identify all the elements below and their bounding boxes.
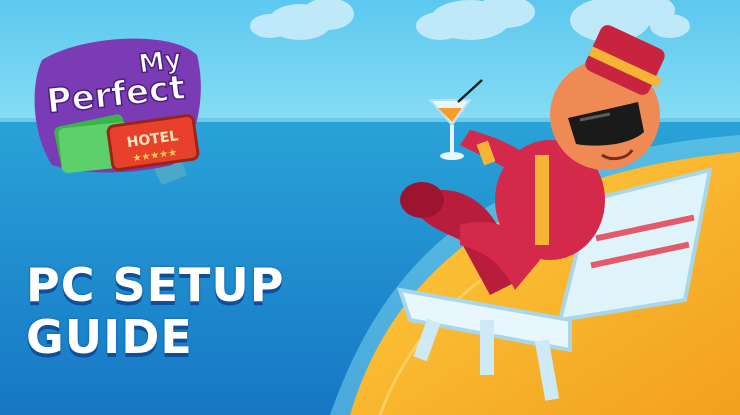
game-banner: My Perfect HOTEL ★★★★★ PC SETUP GUIDE	[0, 0, 740, 415]
game-logo: My Perfect HOTEL ★★★★★	[22, 25, 212, 210]
headline-line2: GUIDE	[26, 310, 193, 364]
bellhop-on-deckchair	[340, 20, 740, 415]
headline-line1: PC SETUP	[26, 258, 285, 312]
